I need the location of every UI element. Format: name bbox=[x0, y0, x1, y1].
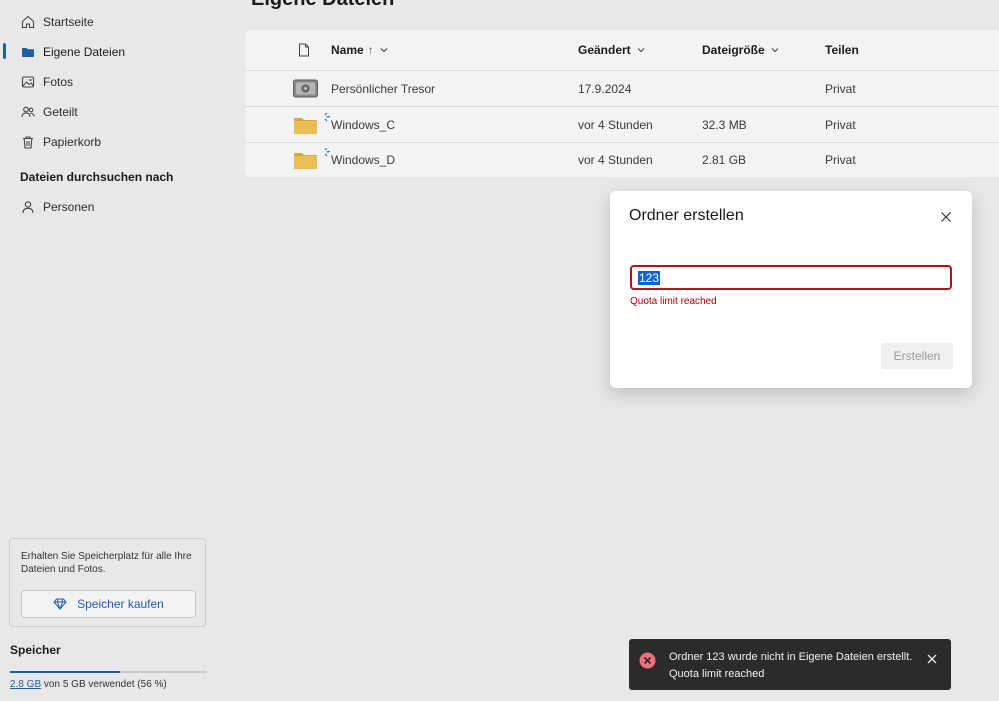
create-button[interactable]: Erstellen bbox=[881, 343, 953, 369]
toast-message: Ordner 123 wurde nicht in Eigene Dateien… bbox=[669, 649, 912, 683]
column-modified-label: Geändert bbox=[578, 43, 631, 57]
person-icon bbox=[22, 201, 34, 214]
folder-icon bbox=[22, 48, 34, 57]
storage-title: Speicher bbox=[10, 643, 61, 657]
error-icon bbox=[639, 652, 656, 669]
column-header-size[interactable]: Dateigröße bbox=[702, 43, 779, 57]
file-type-icon bbox=[299, 43, 309, 57]
file-list: Name ↑ Geändert Dateigröße Teilen Persön… bbox=[245, 30, 999, 177]
column-sharing-label: Teilen bbox=[825, 43, 859, 57]
sidebar-item-fotos[interactable]: Fotos bbox=[0, 67, 215, 97]
diamond-icon bbox=[53, 598, 67, 610]
chevron-down-icon bbox=[380, 48, 388, 53]
file-modified: 17.9.2024 bbox=[578, 82, 632, 96]
dialog-title: Ordner erstellen bbox=[629, 207, 744, 224]
table-row[interactable]: Windows_D vor 4 Stunden 2.81 GB Privat bbox=[245, 142, 999, 177]
toast-line-2: Quota limit reached bbox=[669, 668, 765, 680]
promo-text: Erhalten Sie Speicherplatz für alle Ihre… bbox=[21, 551, 192, 575]
file-sharing: Privat bbox=[825, 118, 856, 132]
close-icon[interactable] bbox=[925, 652, 939, 666]
table-row[interactable]: Windows_C vor 4 Stunden 32.3 MB Privat bbox=[245, 107, 999, 143]
buy-storage-label: Speicher kaufen bbox=[77, 597, 164, 611]
folder-icon bbox=[294, 148, 331, 169]
storage-usage-rest: von 5 GB verwendet (56 %) bbox=[43, 679, 167, 690]
sidebar-item-label: Eigene Dateien bbox=[43, 45, 126, 59]
error-message: Quota limit reached bbox=[630, 296, 717, 307]
storage-promo-card: Erhalten Sie Speicherplatz für alle Ihre… bbox=[9, 538, 206, 627]
storage-usage-text: 2.8 GB von 5 GB verwendet (56 %) bbox=[10, 679, 167, 690]
list-header: Name ↑ Geändert Dateigröße Teilen bbox=[245, 30, 999, 71]
close-icon[interactable] bbox=[938, 209, 954, 225]
chevron-down-icon bbox=[637, 48, 645, 53]
file-sharing: Privat bbox=[825, 153, 856, 167]
file-sharing: Privat bbox=[825, 82, 856, 96]
storage-progress-bar bbox=[10, 671, 207, 673]
page-title: Eigene Dateien bbox=[251, 0, 394, 11]
file-name[interactable]: Persönlicher Tresor bbox=[331, 82, 435, 96]
file-size: 2.81 GB bbox=[702, 153, 747, 167]
sort-ascending-icon: ↑ bbox=[367, 43, 374, 57]
photos-icon bbox=[21, 76, 35, 88]
create-folder-dialog: Ordner erstellen 123 Quota limit reached… bbox=[610, 191, 972, 388]
vault-icon bbox=[293, 79, 318, 98]
file-modified: vor 4 Stunden bbox=[578, 118, 653, 132]
trash-icon bbox=[23, 136, 33, 149]
people-icon bbox=[21, 106, 35, 118]
file-name[interactable]: Windows_D bbox=[331, 153, 395, 167]
sidebar-item-label: Personen bbox=[43, 200, 95, 214]
file-modified: vor 4 Stunden bbox=[578, 153, 653, 167]
toast-line-1: Ordner 123 wurde nicht in Eigene Dateien… bbox=[669, 651, 913, 663]
storage-progress-fill bbox=[10, 671, 121, 673]
sidebar-item-geteilt[interactable]: Geteilt bbox=[0, 97, 215, 127]
column-name-label: Name bbox=[331, 43, 364, 57]
home-icon bbox=[21, 15, 35, 29]
sidebar-item-personen[interactable]: Personen bbox=[0, 192, 215, 222]
table-row[interactable]: Persönlicher Tresor 17.9.2024 Privat bbox=[245, 71, 999, 107]
sidebar-item-papierkorb[interactable]: Papierkorb bbox=[0, 127, 215, 157]
file-size: 32.3 MB bbox=[702, 118, 747, 132]
column-header-modified[interactable]: Geändert bbox=[578, 43, 645, 57]
column-header-sharing: Teilen bbox=[825, 43, 859, 57]
error-toast: Ordner 123 wurde nicht in Eigene Dateien… bbox=[629, 639, 951, 690]
search-section-heading: Dateien durchsuchen nach bbox=[20, 170, 174, 184]
sidebar-item-label: Fotos bbox=[43, 75, 74, 89]
sidebar-item-eigene-dateien[interactable]: Eigene Dateien bbox=[0, 37, 215, 67]
column-header-name[interactable]: Name ↑ bbox=[331, 43, 388, 57]
file-name[interactable]: Windows_C bbox=[331, 118, 395, 132]
sidebar: Startseite Eigene Dateien Fotos Geteilt … bbox=[0, 0, 215, 701]
storage-used-link[interactable]: 2.8 GB bbox=[10, 679, 41, 690]
column-size-label: Dateigröße bbox=[702, 43, 765, 57]
sidebar-item-startseite[interactable]: Startseite bbox=[0, 7, 215, 37]
folder-name-value: 123 bbox=[638, 271, 661, 285]
sidebar-item-label: Papierkorb bbox=[43, 135, 102, 149]
sidebar-item-label: Startseite bbox=[43, 15, 94, 29]
folder-icon bbox=[294, 113, 331, 134]
buy-storage-button[interactable]: Speicher kaufen bbox=[21, 590, 196, 618]
sidebar-item-label: Geteilt bbox=[43, 105, 78, 119]
chevron-down-icon bbox=[771, 48, 779, 53]
folder-name-input[interactable]: 123 bbox=[630, 265, 952, 290]
